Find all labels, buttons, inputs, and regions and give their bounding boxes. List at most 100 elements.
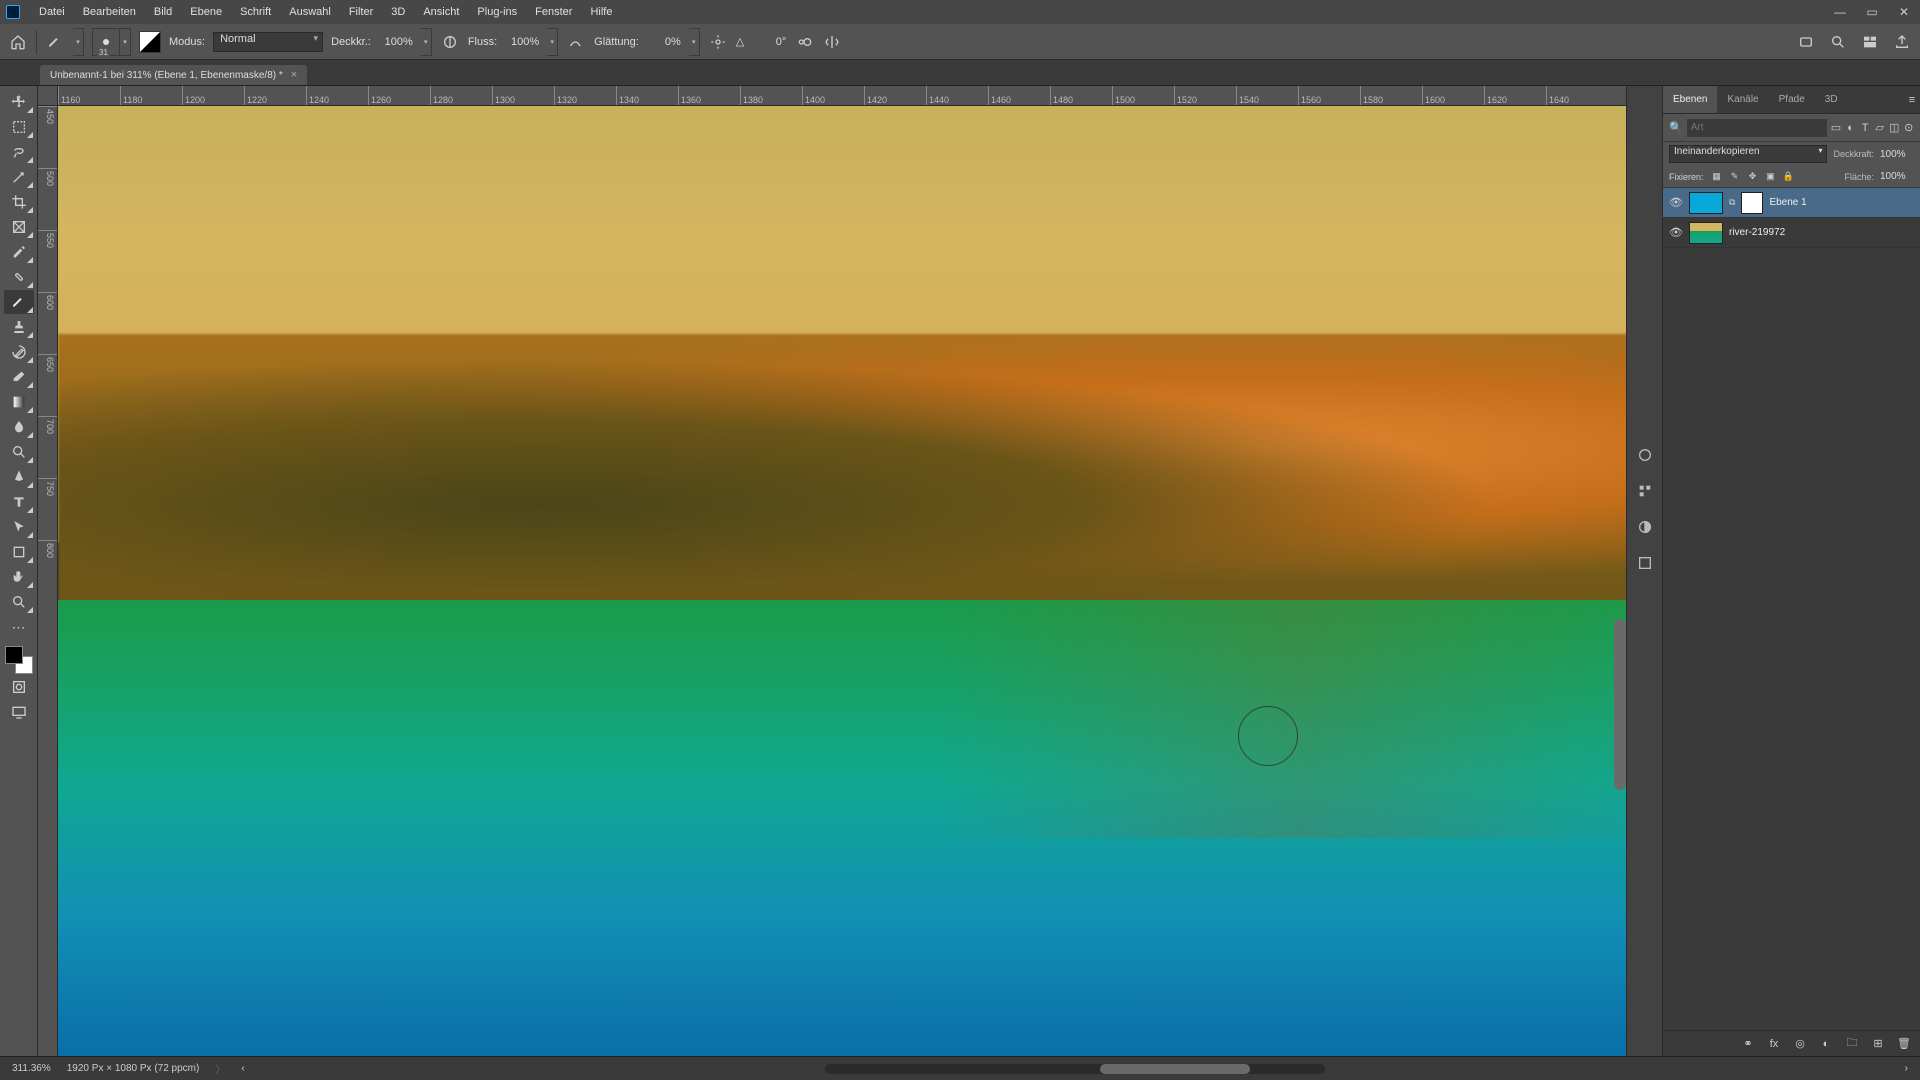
scroll-left-icon[interactable]: ‹ (241, 1063, 244, 1074)
more-tools[interactable]: ⋯ (4, 615, 34, 639)
filter-shape-icon[interactable]: ▱ (1874, 120, 1885, 136)
swatches-panel-icon[interactable] (1636, 482, 1654, 500)
lock-all-icon[interactable]: 🔒 (1782, 170, 1796, 184)
pressure-opacity-icon[interactable] (440, 32, 460, 52)
screen-mode-toggle[interactable] (4, 700, 34, 724)
eraser-tool[interactable] (4, 365, 34, 389)
shape-tool[interactable] (4, 540, 34, 564)
home-icon[interactable] (8, 32, 28, 52)
ruler-horizontal[interactable]: 1160118012001220124012601280130013201340… (58, 86, 1626, 106)
menu-bearbeiten[interactable]: Bearbeiten (74, 0, 145, 24)
menu-schrift[interactable]: Schrift (231, 0, 280, 24)
blend-mode-select[interactable]: Normal (213, 32, 323, 52)
pressure-size-icon[interactable] (794, 32, 814, 52)
type-tool[interactable] (4, 490, 34, 514)
foreground-color[interactable] (5, 646, 23, 664)
mask-thumbnail[interactable] (1741, 192, 1763, 214)
menu-filter[interactable]: Filter (340, 0, 382, 24)
panel-menu-icon[interactable]: ≡ (1904, 92, 1920, 108)
lock-position-icon[interactable]: ✥ (1746, 170, 1760, 184)
flow-input[interactable]: 100% (505, 36, 539, 48)
quick-mask-toggle[interactable] (4, 675, 34, 699)
menu-fenster[interactable]: Fenster (526, 0, 581, 24)
visibility-icon[interactable]: 👁 (1669, 226, 1683, 240)
menu-bild[interactable]: Bild (145, 0, 181, 24)
tab-kanaele[interactable]: Kanäle (1717, 86, 1768, 113)
horizontal-scrollbar-thumb[interactable] (1100, 1064, 1250, 1074)
libraries-panel-icon[interactable] (1636, 554, 1654, 572)
search-icon[interactable] (1828, 32, 1848, 52)
window-minimize[interactable]: — (1824, 0, 1856, 24)
zoom-tool[interactable] (4, 590, 34, 614)
layer-thumbnail[interactable] (1689, 192, 1723, 214)
layer-row[interactable]: 👁 river-219972 (1663, 218, 1920, 248)
lasso-tool[interactable] (4, 140, 34, 164)
fill-value[interactable]: 100% (1880, 171, 1914, 182)
filter-adjust-icon[interactable]: ◐ (1845, 120, 1856, 136)
tab-pfade[interactable]: Pfade (1769, 86, 1815, 113)
marquee-tool[interactable] (4, 115, 34, 139)
scroll-right-icon[interactable]: › (1905, 1063, 1908, 1074)
share-icon[interactable] (1892, 32, 1912, 52)
hand-tool[interactable] (4, 565, 34, 589)
window-close[interactable]: ✕ (1888, 0, 1920, 24)
layer-blend-mode[interactable]: Ineinanderkopieren (1669, 145, 1827, 163)
smoothing-input[interactable]: 0% (647, 36, 681, 48)
opacity-dropdown[interactable]: ▾ (421, 28, 432, 56)
pen-tool[interactable] (4, 465, 34, 489)
filter-toggle[interactable]: ⊙ (1903, 120, 1914, 136)
window-maximize[interactable]: ▭ (1856, 0, 1888, 24)
gradient-tool[interactable] (4, 390, 34, 414)
layer-row[interactable]: 👁 ⧉ Ebene 1 (1663, 188, 1920, 218)
canvas[interactable] (58, 106, 1626, 1056)
layer-name[interactable]: river-219972 (1729, 227, 1785, 238)
brush-preset-dropdown[interactable]: ▾ (120, 28, 131, 56)
brush-preview[interactable]: 31 (92, 28, 120, 56)
opacity-input[interactable]: 100% (379, 36, 413, 48)
new-group-icon[interactable]: 🗀 (1844, 1036, 1860, 1052)
ruler-origin[interactable] (38, 86, 58, 106)
lock-pixels-icon[interactable]: ✎ (1728, 170, 1742, 184)
add-mask-icon[interactable]: ◎ (1792, 1036, 1808, 1052)
stamp-tool[interactable] (4, 315, 34, 339)
smoothing-dropdown[interactable]: ▾ (689, 28, 700, 56)
frame-tool[interactable] (4, 215, 34, 239)
brush-panel-toggle[interactable] (139, 31, 161, 53)
new-adjustment-icon[interactable]: ◐ (1818, 1036, 1834, 1052)
document-tab[interactable]: Unbenannt-1 bei 311% (Ebene 1, Ebenenmas… (40, 65, 307, 85)
menu-ansicht[interactable]: Ansicht (414, 0, 468, 24)
layer-opacity-value[interactable]: 100% (1880, 149, 1914, 160)
layer-filter-input[interactable] (1687, 119, 1827, 137)
flow-dropdown[interactable]: ▾ (547, 28, 558, 56)
filter-smart-icon[interactable]: ◫ (1889, 120, 1900, 136)
smoothing-options-icon[interactable] (708, 32, 728, 52)
link-layers-icon[interactable]: ⚭ (1740, 1036, 1756, 1052)
delete-layer-icon[interactable]: 🗑 (1896, 1036, 1912, 1052)
tab-3d[interactable]: 3D (1815, 86, 1848, 113)
brush-tool[interactable] (4, 290, 34, 314)
layer-thumbnail[interactable] (1689, 222, 1723, 244)
lock-transparency-icon[interactable]: ▦ (1710, 170, 1724, 184)
angle-input[interactable]: 0° (752, 36, 786, 48)
menu-ebene[interactable]: Ebene (181, 0, 231, 24)
visibility-icon[interactable]: 👁 (1669, 196, 1683, 210)
ruler-vertical[interactable]: 450500550600650700750800 (38, 106, 58, 1056)
eyedropper-tool[interactable] (4, 240, 34, 264)
new-layer-icon[interactable]: ⊞ (1870, 1036, 1886, 1052)
tab-ebenen[interactable]: Ebenen (1663, 86, 1717, 113)
horizontal-scrollbar-track[interactable] (825, 1064, 1325, 1074)
symmetry-icon[interactable] (822, 32, 842, 52)
doc-info[interactable]: 1920 Px × 1080 Px (72 ppcm) (67, 1063, 200, 1074)
status-chevron-icon[interactable]: 〉 (215, 1061, 225, 1076)
cloud-docs-icon[interactable] (1796, 32, 1816, 52)
move-tool[interactable] (4, 90, 34, 114)
menu-hilfe[interactable]: Hilfe (581, 0, 621, 24)
filter-type-icon[interactable]: T (1860, 120, 1871, 136)
path-select-tool[interactable] (4, 515, 34, 539)
adjustments-panel-icon[interactable] (1636, 518, 1654, 536)
brush-tool-icon[interactable] (45, 32, 65, 52)
wand-tool[interactable] (4, 165, 34, 189)
crop-tool[interactable] (4, 190, 34, 214)
menu-auswahl[interactable]: Auswahl (280, 0, 340, 24)
menu-3d[interactable]: 3D (382, 0, 414, 24)
